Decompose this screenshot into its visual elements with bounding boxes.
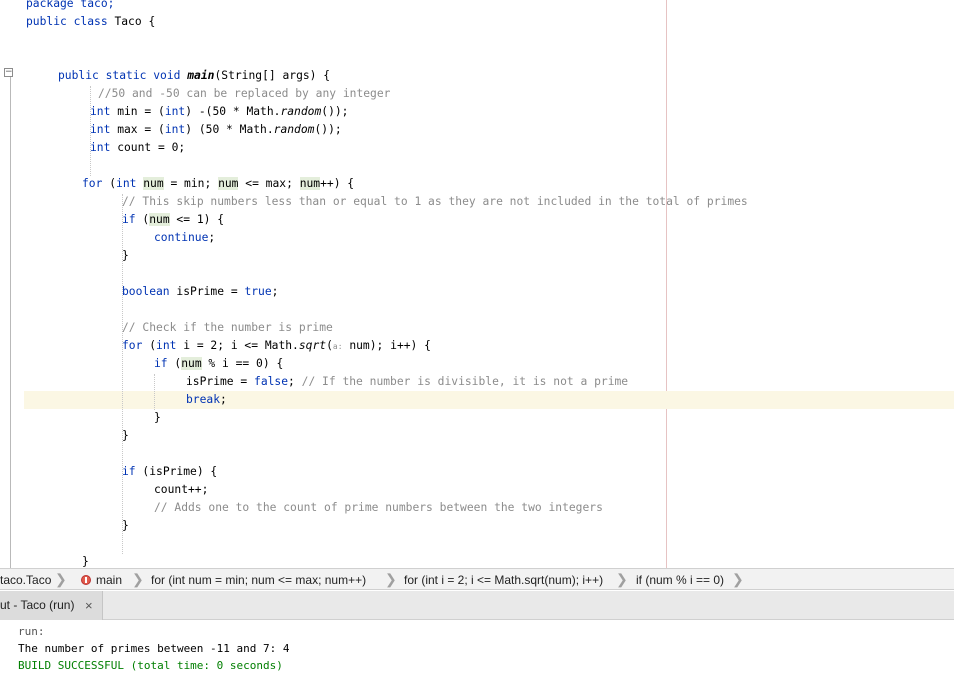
code-line-brace[interactable]: } [122,517,129,535]
chevron-right-icon: ❯ [132,571,144,587]
output-tab-bar: ut - Taco (run) × [0,591,954,620]
code-line-isprime-false[interactable]: isPrime = false; // If the number is div… [186,373,628,391]
code-line-if-num[interactable]: if (num <= 1) { [122,211,224,229]
code-comment-line[interactable]: //50 and -50 can be replaced by any inte… [98,85,390,103]
output-console[interactable]: run: The number of primes between -11 an… [0,620,954,683]
breadcrumb: taco.Taco ❯ main ❯ for (int num = min; n… [0,568,954,590]
code-line-brace[interactable]: } [122,247,129,265]
parameter-hint: a: [332,342,343,351]
tab-output-taco-run[interactable]: ut - Taco (run) × [0,591,103,620]
code-line-count[interactable]: int count = 0; [90,139,185,157]
right-margin-guide [666,0,667,568]
code-line-if-mod[interactable]: if (num % i == 0) { [154,355,283,373]
breadcrumb-item-if[interactable]: if (num % i == 0) [636,571,724,589]
method-icon [81,575,91,585]
fold-minus-icon[interactable]: − [4,68,13,77]
code-comment-line[interactable]: // Check if the number is prime [122,319,333,337]
code-line-if-isprime[interactable]: if (isPrime) { [122,463,217,481]
chevron-right-icon: ❯ [732,571,744,587]
editor-gutter: − [0,0,24,568]
chevron-right-icon: ❯ [55,571,67,587]
code-line-count-inc[interactable]: count++; [154,481,208,499]
code-line-max[interactable]: int max = (int) (50 * Math.random()); [90,121,342,139]
console-line-result: The number of primes between -11 and 7: … [18,642,290,655]
code-line-package[interactable]: package taco; [26,0,114,13]
code-line-for-inner[interactable]: for (int i = 2; i <= Math.sqrt(a: num); … [122,337,431,355]
code-line-continue[interactable]: continue; [154,229,215,247]
current-line-highlight [24,391,954,409]
code-editor[interactable]: − package taco; public class Taco { publ… [0,0,954,568]
code-line-main[interactable]: public static void main(String[] args) { [58,67,330,85]
code-comment-line[interactable]: // This skip numbers less than or equal … [122,193,748,211]
code-line-class[interactable]: public class Taco { [26,13,155,31]
close-icon[interactable]: × [85,591,93,620]
code-line-brace[interactable]: } [82,553,89,568]
tab-label: ut - Taco (run) [0,598,75,612]
breadcrumb-item-class[interactable]: taco.Taco [0,571,51,589]
code-line-break[interactable]: break; [186,391,227,409]
breadcrumb-item-main[interactable]: main [81,571,122,589]
code-line-brace[interactable]: } [122,427,129,445]
code-line-brace[interactable]: } [154,409,161,427]
code-line-boolean[interactable]: boolean isPrime = true; [122,283,278,301]
chevron-right-icon: ❯ [385,571,397,587]
code-comment-line[interactable]: // Adds one to the count of prime number… [154,499,603,517]
breadcrumb-item-for-outer[interactable]: for (int num = min; num <= max; num++) [151,571,366,589]
breadcrumb-item-for-inner[interactable]: for (int i = 2; i <= Math.sqrt(num); i++… [404,571,603,589]
fold-line [10,68,11,568]
indent-guide [154,374,155,410]
code-line-min[interactable]: int min = (int) -(50 * Math.random()); [90,103,348,121]
code-line-for-outer[interactable]: for (int num = min; num <= max; num++) { [82,175,354,193]
console-line-build: BUILD SUCCESSFUL (total time: 0 seconds) [18,659,283,672]
chevron-right-icon: ❯ [616,571,628,587]
console-line-run: run: [18,625,45,638]
